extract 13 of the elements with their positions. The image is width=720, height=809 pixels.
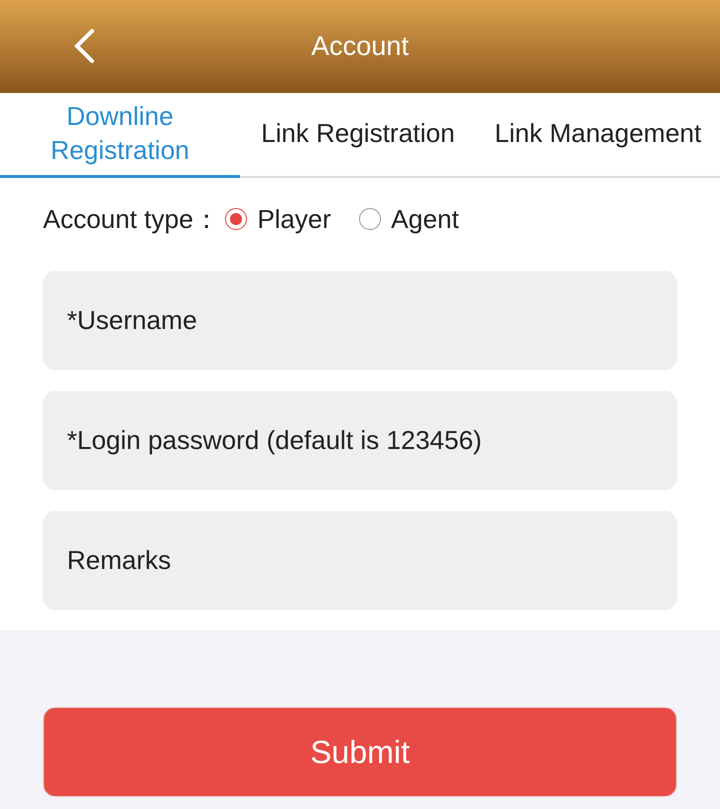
account-type-label: Account type： (43, 202, 220, 236)
submit-button[interactable]: Submit (43, 707, 677, 797)
input-field[interactable]: *Username (43, 271, 677, 370)
back-icon[interactable] (72, 28, 96, 64)
radio-button[interactable] (359, 208, 382, 230)
input-field[interactable]: *Login password (default is 123456) (43, 391, 677, 490)
radio-button[interactable] (225, 208, 248, 230)
page-title: Account (311, 31, 409, 62)
tab[interactable]: Link Management (476, 93, 720, 178)
tab[interactable]: Link Registration (240, 93, 476, 178)
input-field[interactable]: Remarks (43, 511, 677, 610)
radio-label[interactable]: Player (257, 204, 332, 234)
radio-label[interactable]: Agent (391, 204, 459, 234)
